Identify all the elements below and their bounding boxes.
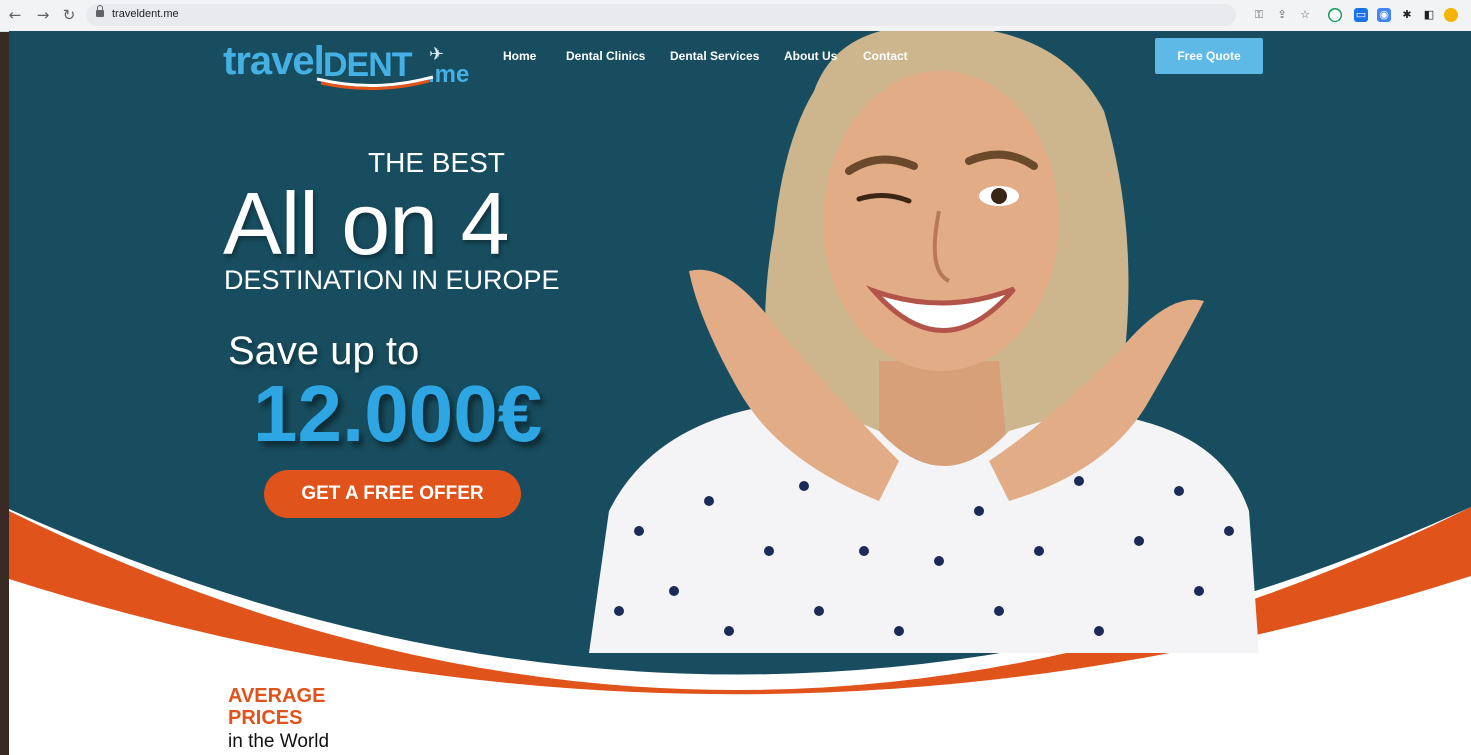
hero-headline: All on 4 — [223, 174, 510, 273]
section-subheading: in the World — [228, 731, 330, 752]
webpage: travel DENT .me ✈ Home Dental Clinics De… — [9, 31, 1471, 755]
browser-toolbar: ← → ↻ traveldent.me ⚿ ⇪ ☆ ⬤ ▭ ◉ ✱ ◧ — [0, 0, 1471, 32]
hero-subheadline: DESTINATION IN EUROPE — [224, 265, 560, 295]
logo-travel-text: travel — [223, 39, 325, 83]
sidepanel-icon[interactable]: ◧ — [1422, 8, 1436, 22]
logo[interactable]: travel DENT .me ✈ — [223, 39, 483, 99]
nav-dental-clinics[interactable]: Dental Clinics — [566, 49, 645, 63]
key-icon[interactable]: ⚿ — [1252, 8, 1266, 22]
extension-icon[interactable]: ◉ — [1377, 8, 1391, 22]
nav-contact[interactable]: Contact — [863, 49, 908, 63]
nav-dental-services[interactable]: Dental Services — [670, 49, 759, 63]
free-quote-button[interactable]: Free Quote — [1155, 38, 1263, 74]
section-heading-line1: AVERAGE — [228, 685, 326, 707]
smile-swoosh-icon — [316, 75, 434, 91]
nav-about-us[interactable]: About Us — [784, 49, 837, 63]
nav-home[interactable]: Home — [503, 49, 536, 63]
airplane-icon: ✈ — [429, 44, 445, 65]
smiling-woman-image — [589, 31, 1259, 653]
arrow-left-icon[interactable]: ← — [6, 6, 24, 24]
free-offer-button[interactable]: GET A FREE OFFER — [264, 470, 521, 518]
extension-icon[interactable]: ⬤ — [1328, 8, 1342, 22]
section-heading: AVERAGE PRICES — [228, 685, 325, 729]
section-heading-line2: PRICES — [228, 707, 303, 729]
puzzle-icon[interactable]: ✱ — [1400, 8, 1414, 22]
extension-icon[interactable]: ▭ — [1354, 8, 1368, 22]
address-bar[interactable]: traveldent.me — [86, 4, 1236, 26]
share-icon[interactable]: ⇪ — [1275, 8, 1289, 22]
url-text: traveldent.me — [112, 8, 179, 20]
star-icon[interactable]: ☆ — [1298, 8, 1312, 22]
save-amount: 12.000€ — [253, 369, 543, 458]
reload-icon[interactable]: ↻ — [60, 6, 78, 24]
arrow-right-icon[interactable]: → — [34, 6, 52, 24]
lock-icon — [96, 5, 104, 18]
profile-avatar-icon[interactable] — [1444, 8, 1458, 22]
